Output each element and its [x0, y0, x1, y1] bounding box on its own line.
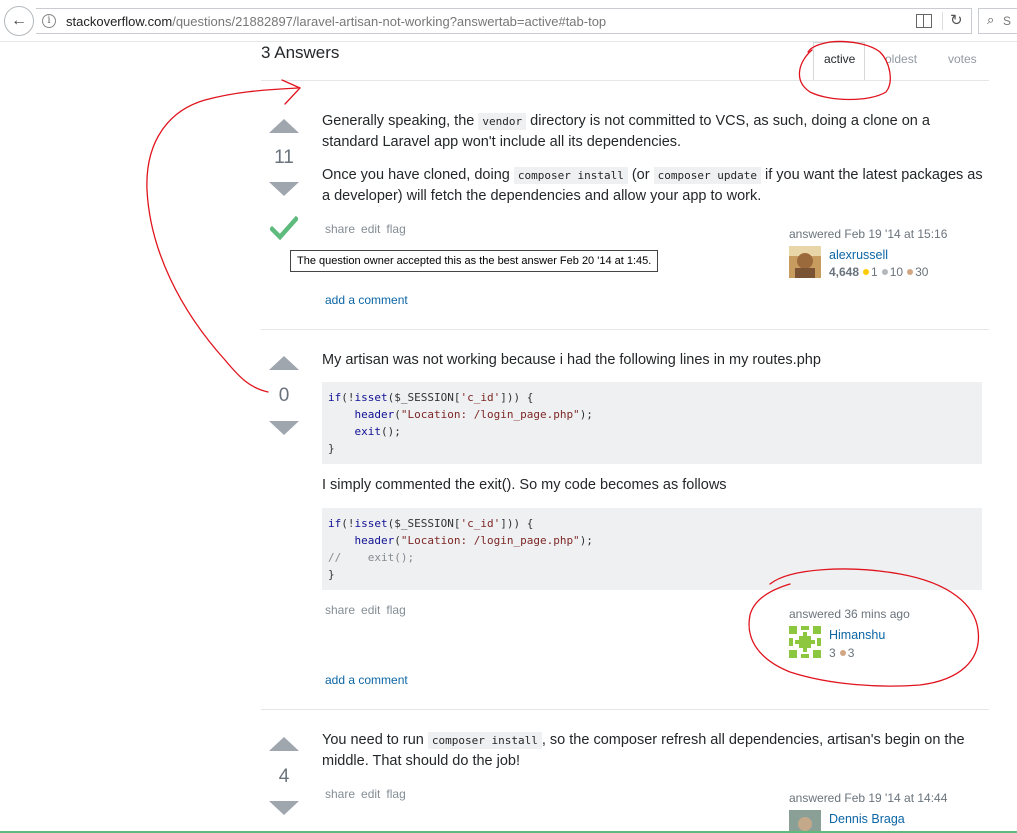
user-name-link[interactable]: alexrussell	[829, 248, 888, 262]
share-link[interactable]: share	[325, 222, 355, 236]
browser-toolbar: ← i stackoverflow.com/questions/21882897…	[0, 0, 1017, 42]
edit-link[interactable]: edit	[361, 787, 380, 801]
flag-link[interactable]: flag	[386, 787, 405, 801]
edit-link[interactable]: edit	[361, 603, 380, 617]
inline-code: composer install	[427, 732, 542, 749]
downvote-button[interactable]	[269, 421, 299, 435]
back-button[interactable]: ←	[4, 6, 34, 36]
address-bar-divider	[942, 12, 943, 30]
flag-link[interactable]: flag	[386, 603, 405, 617]
inline-code: composer install	[513, 167, 628, 184]
reader-view-icon[interactable]	[916, 14, 932, 28]
add-comment-link[interactable]: add a comment	[325, 673, 408, 687]
info-icon[interactable]: i	[42, 14, 56, 28]
post-menu: share edit flag	[325, 603, 412, 617]
tab-oldest[interactable]: oldest	[885, 52, 917, 66]
accepted-tooltip: The question owner accepted this as the …	[290, 250, 659, 272]
add-comment-link[interactable]: add a comment	[325, 293, 408, 307]
downvote-button[interactable]	[269, 182, 299, 196]
post-menu: share edit flag	[325, 787, 412, 801]
post-menu: share edit flag	[325, 222, 412, 236]
search-icon: ⌕	[987, 12, 995, 27]
arrow-left-icon: ←	[11, 12, 27, 29]
user-name-link[interactable]: Himanshu	[829, 628, 885, 642]
answered-time: answered Feb 19 '14 at 14:44	[789, 791, 948, 805]
annotation-arrow	[146, 87, 299, 393]
answers-count-heading: 3 Answers	[261, 43, 340, 62]
bronze-badge-count: 3	[847, 646, 855, 660]
reputation-score: 3	[829, 646, 836, 660]
answer-divider	[261, 329, 989, 330]
bronze-badge-count: 30	[915, 265, 929, 279]
vote-count: 4	[278, 766, 290, 787]
answer-paragraph: I simply commented the exit(). So my cod…	[322, 477, 727, 493]
bronze-badge-icon	[907, 269, 914, 276]
reputation-score: 4,648	[829, 265, 860, 279]
answer-paragraph: My artisan was not working because i had…	[322, 352, 821, 368]
vote-count: 11	[274, 147, 294, 168]
inline-code: composer update	[653, 167, 761, 184]
answer-paragraph: Generally speaking, the vendor directory…	[322, 113, 930, 150]
user-name-link[interactable]: Dennis Braga	[829, 812, 905, 826]
accepted-check-icon	[270, 216, 298, 240]
answered-time: answered Feb 19 '14 at 15:16	[789, 227, 948, 241]
flag-link[interactable]: flag	[386, 222, 405, 236]
code-block: if(!isset($_SESSION['c_id'])) { header("…	[322, 382, 982, 464]
search-placeholder: S	[1003, 14, 1012, 28]
tab-votes[interactable]: votes	[948, 52, 977, 66]
silver-badge-icon	[881, 269, 888, 276]
annotation-arrowhead	[281, 79, 302, 105]
search-box[interactable]: ⌕ S	[978, 8, 1017, 34]
answer-paragraph: Once you have cloned, doing composer ins…	[322, 167, 983, 204]
share-link[interactable]: share	[325, 603, 355, 617]
inline-code: vendor	[478, 113, 527, 130]
upvote-button[interactable]	[269, 737, 299, 751]
reload-icon[interactable]: ↻	[950, 11, 963, 29]
tab-active[interactable]: active	[824, 52, 855, 66]
avatar[interactable]	[789, 246, 821, 278]
gold-badge-count: 1	[871, 265, 878, 279]
answer-divider	[261, 709, 989, 710]
bronze-badge-icon	[839, 650, 846, 657]
share-link[interactable]: share	[325, 787, 355, 801]
vote-count: 0	[278, 385, 290, 406]
gold-badge-icon	[863, 269, 870, 276]
user-reputation: 33	[829, 646, 854, 660]
user-reputation: 4,648 1 10 30	[829, 265, 928, 279]
avatar[interactable]	[789, 810, 821, 831]
header-divider	[261, 80, 989, 81]
address-bar[interactable]: i stackoverflow.com/questions/21882897/l…	[36, 8, 972, 34]
silver-badge-count: 10	[889, 265, 904, 279]
downvote-button[interactable]	[269, 801, 299, 815]
upvote-button[interactable]	[269, 356, 299, 370]
avatar[interactable]	[789, 626, 821, 658]
code-block: if(!isset($_SESSION['c_id'])) { header("…	[322, 508, 982, 590]
url-text: stackoverflow.com/questions/21882897/lar…	[66, 14, 607, 29]
answer-paragraph: You need to run composer install, so the…	[322, 732, 965, 769]
answered-time: answered 36 mins ago	[789, 607, 910, 621]
edit-link[interactable]: edit	[361, 222, 380, 236]
upvote-button[interactable]	[269, 119, 299, 133]
